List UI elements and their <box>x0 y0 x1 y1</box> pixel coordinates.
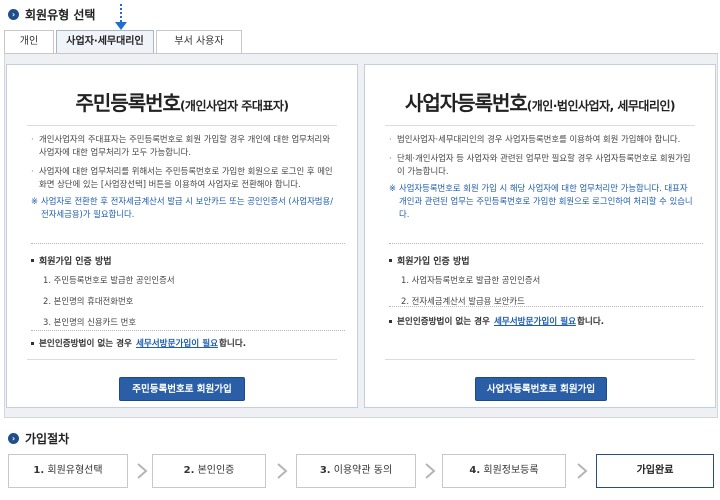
card-title: 주민등록번호(개인사업자 주대표자) <box>7 87 357 116</box>
step-number: 1. <box>33 465 45 476</box>
description-text: 개인사업자의 주대표자는 주민등록번호로 회원 가입할 경우 개인에 대한 업무… <box>39 134 330 157</box>
section-title-text: 회원유형 선택 <box>25 8 96 22</box>
step-number: 3. <box>319 465 331 476</box>
step-label: 회원정보등록 <box>483 465 539 476</box>
notice-text: 사업자등록번호로 회원 가입 시 해당 사업자에 대한 업무처리만 가능합니다.… <box>399 183 693 219</box>
resident-number-signup-button[interactable]: 주민등록번호로 회원가입 <box>119 377 245 401</box>
step-item: 2. 본인인증 <box>152 454 266 488</box>
description-text: 법인사업자·세무대리인의 경우 사업자등록번호를 이용하여 회원 가입해야 합니… <box>397 134 681 144</box>
step-item: 1. 회원유형선택 <box>8 454 128 488</box>
section-title-text: 가입절차 <box>25 432 70 446</box>
auth-method-item: 3. 본인명의 신용카드 번호 <box>43 317 137 327</box>
card-title-main: 주민등록번호 <box>75 91 181 115</box>
step-item-current: 가입완료 <box>596 454 714 488</box>
auth-method-item: 1. 사업자등록번호로 발급한 공인인증서 <box>401 275 541 285</box>
circle-arrow-icon: › <box>8 9 19 20</box>
reference-mark-icon: ※ <box>31 196 39 206</box>
description-bullet: · 사업자에 대한 업무처리를 위해서는 주민등록번호로 가입한 회원으로 로그인… <box>31 165 339 191</box>
tab-individual[interactable]: 개인 <box>4 30 54 53</box>
step-number: 4. <box>469 465 481 476</box>
auth-method-box: 회원가입 인증 방법 1. 주민등록번호로 발급한 공인인증서 2. 본인명의 … <box>31 243 345 331</box>
description-bullet: · 법인사업자·세무대리인의 경우 사업자등록번호를 이용하여 회원 가입해야 합… <box>389 134 681 144</box>
auth-method-title: 회원가입 인증 방법 <box>31 254 345 267</box>
auth-method-item: 2. 본인명의 휴대전화번호 <box>43 296 134 306</box>
step-number: 2. <box>183 465 195 476</box>
office-visit-link[interactable]: 세무서방문가입이 필요 <box>136 337 218 349</box>
visit-text: 본인인증방법이 없는 경우 <box>397 317 490 327</box>
pointer-arrow-icon <box>115 4 127 32</box>
notice-note: ※ 사업자로 전환한 후 전자세금계산서 발급 시 보안카드 또는 공인인증서 (… <box>31 195 339 221</box>
auth-method-box: 회원가입 인증 방법 1. 사업자등록번호로 발급한 공인인증서 2. 전자세금… <box>389 243 703 307</box>
card-title-sub: (개인·법인사업자, 세무대리인) <box>526 99 676 113</box>
notice-note: ※ 사업자등록번호로 회원 가입 시 해당 사업자에 대한 업무처리만 가능합니다… <box>389 182 697 221</box>
tab-business-tax-agent[interactable]: 사업자·세무대리인 <box>56 30 154 53</box>
auth-method-title: 회원가입 인증 방법 <box>389 254 703 267</box>
step-item: 4. 회원정보등록 <box>442 454 566 488</box>
business-number-card: 사업자등록번호(개인·법인사업자, 세무대리인) · 법인사업자·세무대리인의 경… <box>364 64 716 408</box>
visit-text-end: 합니다. <box>577 317 604 327</box>
divider <box>385 125 695 126</box>
chevron-right-icon <box>137 463 148 479</box>
card-description: · 개인사업자의 주대표자는 주민등록번호로 회원 가입할 경우 개인에 대한 업… <box>31 133 339 221</box>
card-title-main: 사업자등록번호 <box>404 91 528 115</box>
business-number-signup-button[interactable]: 사업자등록번호로 회원가입 <box>475 377 607 401</box>
step-label: 회원유형선택 <box>47 465 103 476</box>
card-description: · 법인사업자·세무대리인의 경우 사업자등록번호를 이용하여 회원 가입해야 합… <box>389 133 697 221</box>
step-item: 3. 이용약관 동의 <box>296 454 416 488</box>
auth-method-item: 1. 주민등록번호로 발급한 공인인증서 <box>43 275 175 285</box>
auth-method-item: 2. 전자세금계산서 발급용 보안카드 <box>401 296 525 306</box>
circle-arrow-icon: › <box>8 433 19 444</box>
description-text: 단체·개인사업자 등 사업자와 관련된 업무만 필요할 경우 사업자등록번호로 … <box>397 153 691 176</box>
chevron-right-icon <box>277 463 288 479</box>
description-bullet: · 단체·개인사업자 등 사업자와 관련된 업무만 필요할 경우 사업자등록번호로… <box>389 152 697 178</box>
signup-steps: 1. 회원유형선택 2. 본인인증 3. 이용약관 동의 4. 회원정보등록 가… <box>8 454 714 488</box>
divider <box>385 359 695 360</box>
description-text: 사업자에 대한 업무처리를 위해서는 주민등록번호로 가입한 회원으로 로그인 … <box>39 166 333 189</box>
divider <box>27 125 337 126</box>
section-title-member-type: › 회원유형 선택 <box>8 6 95 23</box>
visit-notice: 본인인증방법이 없는 경우 세무서방문가입이 필요 합니다. <box>31 337 345 349</box>
resident-number-card: 주민등록번호(개인사업자 주대표자) · 개인사업자의 주대표자는 주민등록번호로… <box>6 64 358 408</box>
description-bullet: · 개인사업자의 주대표자는 주민등록번호로 회원 가입할 경우 개인에 대한 업… <box>31 133 339 159</box>
divider <box>27 359 337 360</box>
reference-mark-icon: ※ <box>389 183 397 193</box>
visit-text-end: 합니다. <box>219 339 246 349</box>
step-label: 이용약관 동의 <box>333 465 393 476</box>
member-type-tabs: 개인 사업자·세무대리인 부서 사용자 <box>4 30 244 53</box>
tab-department-user[interactable]: 부서 사용자 <box>156 30 242 53</box>
visit-text: 본인인증방법이 없는 경우 <box>39 339 132 349</box>
visit-notice: 본인인증방법이 없는 경우 세무서방문가입이 필요 합니다. <box>389 315 703 327</box>
card-title-sub: (개인사업자 주대표자) <box>179 99 289 113</box>
chevron-right-icon <box>425 463 436 479</box>
section-title-signup-process: › 가입절차 <box>8 430 69 447</box>
notice-text: 사업자로 전환한 후 전자세금계산서 발급 시 보안카드 또는 공인인증서 (사… <box>41 196 334 219</box>
step-label: 가입완료 <box>636 465 674 476</box>
step-label: 본인인증 <box>197 465 235 476</box>
chevron-right-icon <box>577 463 588 479</box>
card-title: 사업자등록번호(개인·법인사업자, 세무대리인) <box>365 87 715 116</box>
office-visit-link[interactable]: 세무서방문가입이 필요 <box>494 315 576 327</box>
